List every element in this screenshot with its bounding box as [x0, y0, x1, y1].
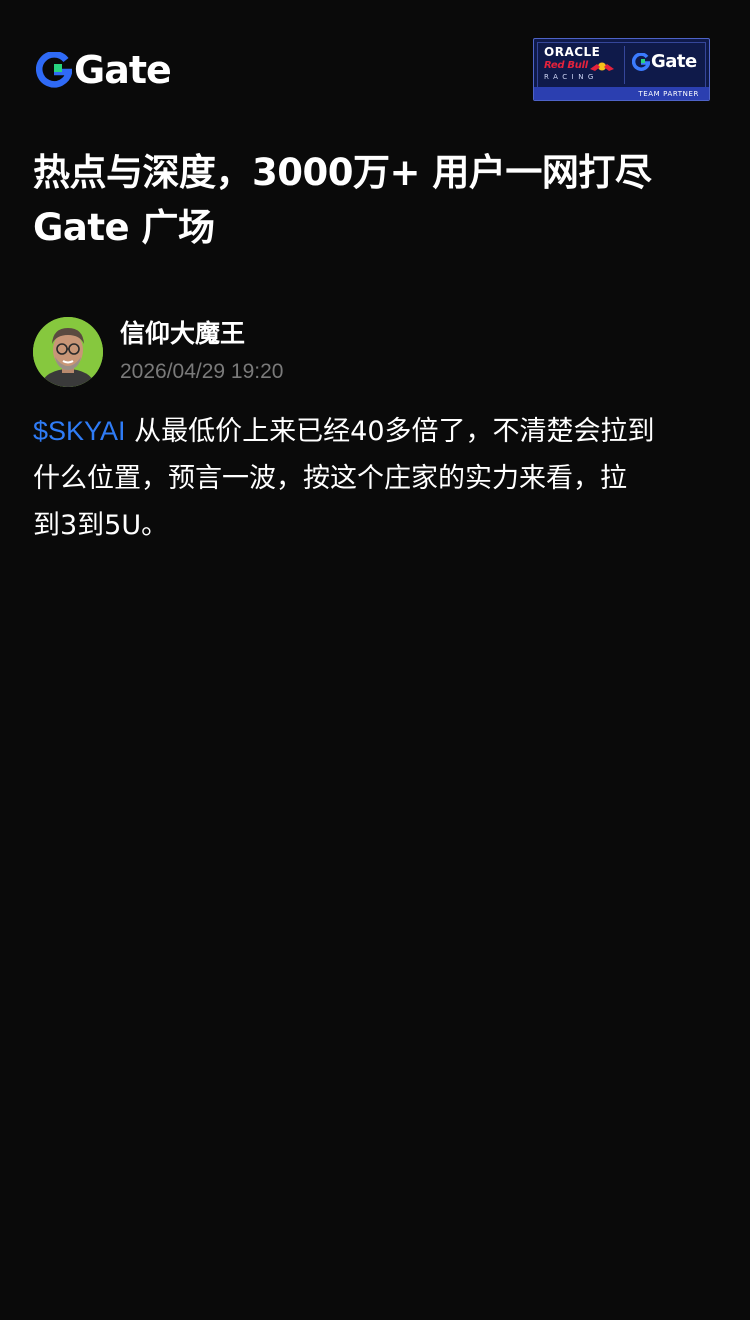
post-timestamp: 2026/04/29 19:20 [120, 360, 284, 383]
team-partner-badge[interactable]: ORACLE Red Bull RACING Gate TEAM PARTNER [533, 38, 710, 101]
gate-logo-icon [36, 52, 72, 88]
gate-logo[interactable]: Gate [36, 48, 172, 92]
headline-line-2: Gate 广场 [33, 206, 215, 249]
gate-logo-text: Gate [74, 48, 172, 92]
badge-strip: TEAM PARTNER [534, 87, 709, 100]
post-content-line-1-text: 从最低价上来已经40多倍了，不清楚会拉到 [125, 416, 655, 447]
post-author[interactable]: 信仰大魔王 2026/04/29 19:20 [33, 317, 713, 389]
badge-redbull-text: Red Bull [544, 60, 588, 71]
author-name[interactable]: 信仰大魔王 [120, 317, 245, 351]
app-header: Gate ORACLE Red Bull RACING Gate TEAM PA… [0, 0, 750, 120]
headline-line-1: 热点与深度，3000万+ 用户一网打尽 [33, 151, 652, 194]
person-avatar-icon [33, 317, 103, 387]
badge-racing-text: RACING [544, 73, 598, 81]
page-headline: 热点与深度，3000万+ 用户一网打尽 Gate 广场 [33, 145, 723, 255]
avatar[interactable] [33, 317, 103, 387]
post-content: $SKYAI 从最低价上来已经40多倍了，不清楚会拉到 什么位置，预言一波，按这… [33, 408, 721, 549]
badge-gate-text: Gate [651, 51, 697, 72]
badge-divider [624, 46, 625, 84]
red-bull-icon [590, 62, 614, 71]
post-content-line-1: $SKYAI 从最低价上来已经40多倍了，不清楚会拉到 [33, 408, 721, 455]
badge-gate-icon [632, 53, 650, 71]
badge-team-partner-text: TEAM PARTNER [638, 90, 699, 98]
badge-gate-logo: Gate [632, 52, 697, 72]
post-content-line-2: 什么位置，预言一波，按这个庄家的实力来看，拉 [33, 463, 627, 494]
badge-oracle-text: ORACLE [544, 45, 601, 59]
ticker-link[interactable]: $SKYAI [33, 416, 126, 446]
post-content-line-3: 到3到5U。 [33, 510, 169, 541]
